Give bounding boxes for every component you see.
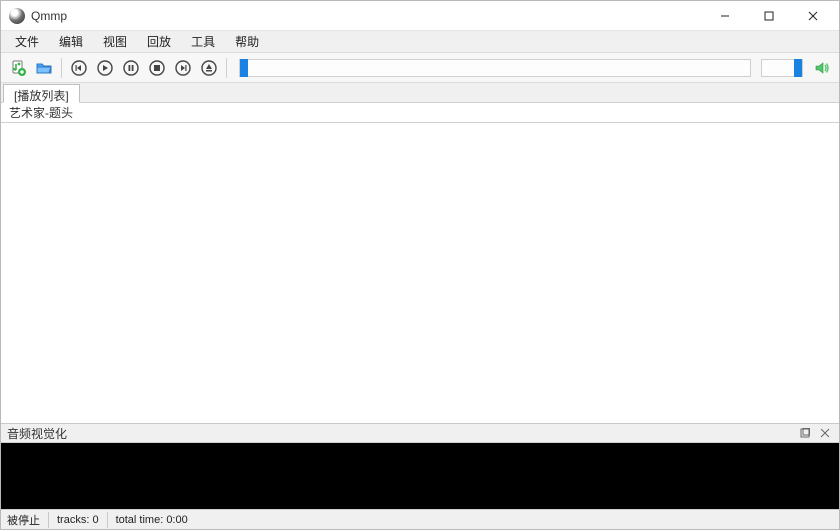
close-icon bbox=[820, 428, 830, 438]
window-title: Qmmp bbox=[31, 9, 67, 23]
statusbar: 被停止 tracks: 0 total time: 0:00 bbox=[1, 509, 839, 529]
menu-playback[interactable]: 回放 bbox=[137, 31, 181, 52]
visualizer-title: 音频视觉化 bbox=[7, 425, 67, 442]
previous-icon bbox=[70, 59, 88, 77]
eject-icon bbox=[200, 59, 218, 77]
menubar: 文件 编辑 视图 回放 工具 帮助 bbox=[1, 31, 839, 53]
visualizer[interactable] bbox=[1, 443, 839, 509]
column-artist-title: 艺术家-题头 bbox=[9, 104, 73, 121]
add-file-icon bbox=[9, 59, 27, 77]
pause-button[interactable] bbox=[120, 57, 142, 79]
visualizer-close-button[interactable] bbox=[817, 425, 833, 441]
playlist-column-header[interactable]: 艺术家-题头 bbox=[1, 103, 839, 123]
status-tracks: tracks: 0 bbox=[49, 512, 108, 528]
mute-button[interactable] bbox=[811, 57, 833, 79]
folder-icon bbox=[35, 59, 53, 77]
close-icon bbox=[808, 11, 818, 21]
next-button[interactable] bbox=[172, 57, 194, 79]
toolbar-separator bbox=[226, 58, 227, 78]
open-folder-button[interactable] bbox=[33, 57, 55, 79]
play-button[interactable] bbox=[94, 57, 116, 79]
app-window: Qmmp 文件 编辑 视图 回放 工具 帮助 bbox=[0, 0, 840, 530]
playlist-body[interactable] bbox=[1, 123, 839, 423]
eject-button[interactable] bbox=[198, 57, 220, 79]
menu-view[interactable]: 视图 bbox=[93, 31, 137, 52]
seek-handle[interactable] bbox=[240, 59, 248, 77]
close-button[interactable] bbox=[791, 2, 835, 30]
menu-edit[interactable]: 编辑 bbox=[49, 31, 93, 52]
minimize-button[interactable] bbox=[703, 2, 747, 30]
status-state: 被停止 bbox=[7, 512, 49, 528]
add-file-button[interactable] bbox=[7, 57, 29, 79]
next-icon bbox=[174, 59, 192, 77]
minimize-icon bbox=[720, 11, 730, 21]
stop-button[interactable] bbox=[146, 57, 168, 79]
stop-icon bbox=[148, 59, 166, 77]
previous-button[interactable] bbox=[68, 57, 90, 79]
visualizer-float-button[interactable] bbox=[797, 425, 813, 441]
menu-help[interactable]: 帮助 bbox=[225, 31, 269, 52]
menu-tools[interactable]: 工具 bbox=[181, 31, 225, 52]
toolbar bbox=[1, 53, 839, 83]
maximize-icon bbox=[764, 11, 774, 21]
maximize-button[interactable] bbox=[747, 2, 791, 30]
status-total-time: total time: 0:00 bbox=[108, 512, 196, 528]
float-icon bbox=[800, 428, 810, 438]
toolbar-separator bbox=[61, 58, 62, 78]
volume-slider[interactable] bbox=[761, 59, 803, 77]
menu-file[interactable]: 文件 bbox=[5, 31, 49, 52]
play-icon bbox=[96, 59, 114, 77]
titlebar: Qmmp bbox=[1, 1, 839, 31]
pause-icon bbox=[122, 59, 140, 77]
speaker-icon bbox=[813, 59, 831, 77]
volume-handle[interactable] bbox=[794, 59, 802, 77]
visualizer-header: 音频视觉化 bbox=[1, 423, 839, 443]
playlist-tab[interactable]: [播放列表] bbox=[3, 84, 80, 103]
playlist-tabbar: [播放列表] bbox=[1, 83, 839, 103]
seek-slider[interactable] bbox=[239, 59, 751, 77]
app-icon bbox=[9, 8, 25, 24]
